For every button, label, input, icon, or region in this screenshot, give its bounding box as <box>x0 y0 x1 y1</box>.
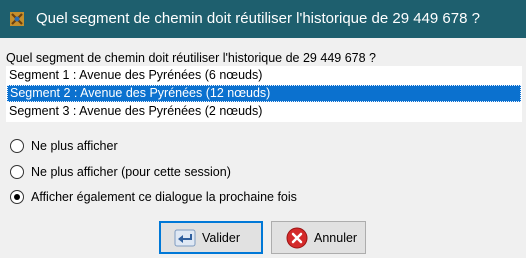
option-never-show-session[interactable]: Ne plus afficher (pour cette session) <box>10 162 231 182</box>
validate-button[interactable]: Valider <box>159 221 263 254</box>
josm-app-icon <box>10 12 24 26</box>
option-label: Ne plus afficher <box>31 139 118 153</box>
segment-list[interactable]: Segment 1 : Avenue des Pyrénées (6 nœuds… <box>6 66 522 122</box>
cancel-button-label: Annuler <box>314 230 358 245</box>
cancel-x-icon <box>286 227 308 248</box>
cancel-button[interactable]: Annuler <box>271 221 366 254</box>
segment-item-3[interactable]: Segment 3 : Avenue des Pyrénées (2 nœuds… <box>7 103 521 120</box>
question-label: Quel segment de chemin doit réutiliser l… <box>6 51 376 65</box>
option-show-next-time[interactable]: Afficher également ce dialogue la procha… <box>10 187 297 207</box>
window-title: Quel segment de chemin doit réutiliser l… <box>36 10 480 27</box>
option-label: Ne plus afficher (pour cette session) <box>31 165 231 179</box>
radio-button[interactable] <box>10 139 24 153</box>
validate-button-label: Valider <box>202 230 240 245</box>
segment-item-2[interactable]: Segment 2 : Avenue des Pyrénées (12 nœud… <box>7 85 521 102</box>
dialog-body: Quel segment de chemin doit réutiliser l… <box>0 38 526 258</box>
radio-button-checked[interactable] <box>10 190 24 204</box>
option-label: Afficher également ce dialogue la procha… <box>31 190 297 204</box>
segment-item-1[interactable]: Segment 1 : Avenue des Pyrénées (6 nœuds… <box>7 67 521 84</box>
radio-button[interactable] <box>10 165 24 179</box>
title-bar: Quel segment de chemin doit réutiliser l… <box>0 0 526 38</box>
option-never-show[interactable]: Ne plus afficher <box>10 136 118 156</box>
validate-arrow-icon <box>174 229 196 246</box>
